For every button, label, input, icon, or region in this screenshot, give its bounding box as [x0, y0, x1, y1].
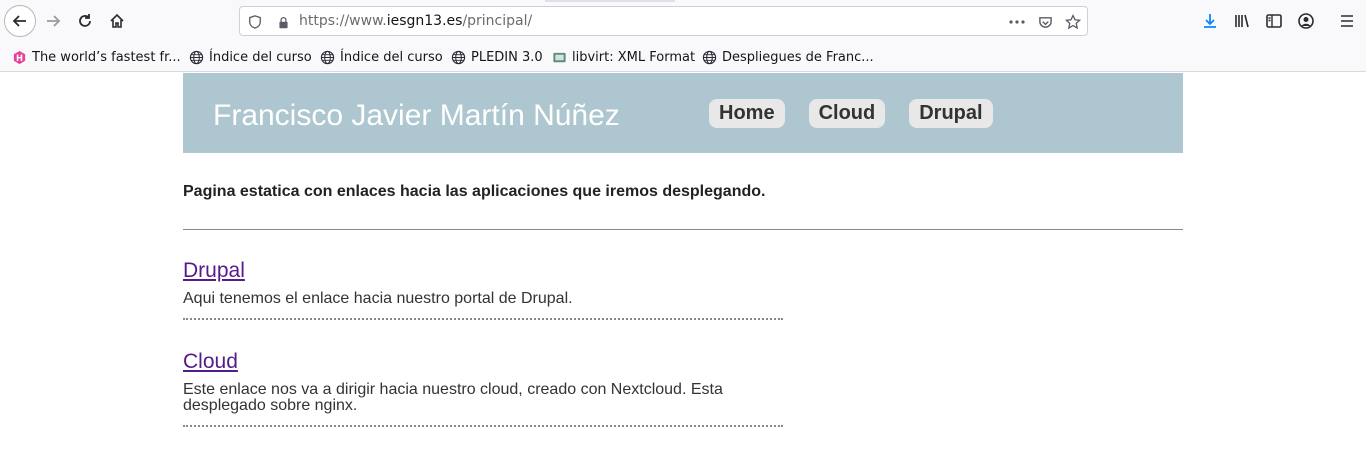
account-button[interactable] — [1290, 5, 1322, 37]
hexagon-h-icon: H — [11, 49, 27, 65]
bookmarks-bar: H The world’s fastest fr... Índice del c… — [0, 42, 1366, 72]
entry-description: Este enlace nos va a dirigir hacia nuest… — [183, 381, 723, 414]
tab-indicator — [545, 0, 675, 2]
nav-drupal-link[interactable]: Drupal — [909, 99, 993, 128]
bookmark-label: PLEDIN 3.0 — [471, 49, 543, 65]
globe-icon — [319, 49, 335, 65]
url-text[interactable]: https://www.iesgn13.es/principal/ — [299, 13, 532, 29]
library-icon — [1235, 14, 1249, 28]
account-icon — [1298, 13, 1314, 29]
globe-icon — [188, 49, 204, 65]
bookmark-item[interactable]: Índice del curso — [319, 48, 443, 66]
cloud-link[interactable]: Cloud — [183, 350, 238, 373]
arrow-right-icon — [47, 15, 61, 27]
drupal-link[interactable]: Drupal — [183, 259, 245, 282]
bookmark-label: libvirt: XML Format — [572, 49, 696, 65]
dotted-separator — [183, 318, 783, 320]
intro-text: Pagina estatica con enlaces hacia las ap… — [183, 183, 766, 200]
divider — [183, 229, 1183, 230]
home-button[interactable] — [101, 5, 133, 37]
browser-toolbar: https://www.iesgn13.es/principal/ — [0, 0, 1366, 42]
bookmark-item[interactable]: H The world’s fastest fr... — [11, 48, 181, 66]
menu-button[interactable] — [1331, 5, 1363, 37]
bookmark-item[interactable]: PLEDIN 3.0 — [450, 48, 543, 66]
downloads-button[interactable] — [1194, 5, 1226, 37]
back-button[interactable] — [4, 5, 36, 37]
globe-icon — [450, 49, 466, 65]
bookmark-item[interactable]: libvirt: XML Format — [551, 48, 695, 66]
reload-icon — [79, 14, 91, 27]
bookmark-label: Índice del curso — [340, 49, 443, 65]
lock-icon[interactable] — [274, 13, 292, 31]
bookmark-item[interactable]: Despliegues de Franc... — [701, 48, 874, 66]
bookmark-label: Índice del curso — [209, 49, 312, 65]
site-title: Francisco Javier Martín Núñez — [213, 99, 620, 132]
shield-icon[interactable] — [246, 13, 264, 31]
forward-button[interactable] — [37, 5, 69, 37]
entry-drupal: Drupal Aqui tenemos el enlace hacia nues… — [183, 259, 783, 320]
download-icon — [1204, 14, 1216, 28]
globe-icon — [701, 49, 717, 65]
svg-text:H: H — [15, 52, 22, 62]
bookmark-label: The world’s fastest fr... — [32, 49, 181, 65]
url-bar[interactable]: https://www.iesgn13.es/principal/ — [239, 6, 1088, 36]
more-actions-icon[interactable] — [1008, 13, 1026, 31]
nav-cloud-link[interactable]: Cloud — [808, 99, 886, 128]
reload-button[interactable] — [69, 5, 101, 37]
libvirt-icon — [551, 49, 567, 65]
site-nav: Home Cloud Drupal — [709, 99, 993, 128]
nav-home-link[interactable]: Home — [709, 99, 785, 128]
bookmark-label: Despliegues de Franc... — [722, 49, 874, 65]
bookmark-item[interactable]: Índice del curso — [188, 48, 312, 66]
home-icon — [110, 13, 124, 28]
entry-description: Aqui tenemos el enlace hacia nuestro por… — [183, 290, 573, 307]
hamburger-icon — [1341, 15, 1353, 27]
entry-cloud: Cloud Este enlace nos va a dirigir hacia… — [183, 350, 783, 427]
page-content: Francisco Javier Martín Núñez Home Cloud… — [183, 73, 1183, 427]
pocket-icon[interactable] — [1036, 13, 1054, 31]
star-icon[interactable] — [1064, 13, 1082, 31]
sidebar-icon — [1266, 14, 1282, 28]
dotted-separator — [183, 425, 783, 427]
library-button[interactable] — [1226, 5, 1258, 37]
site-header: Francisco Javier Martín Núñez Home Cloud… — [183, 73, 1183, 153]
arrow-left-icon — [12, 15, 26, 27]
sidebar-button[interactable] — [1258, 5, 1290, 37]
